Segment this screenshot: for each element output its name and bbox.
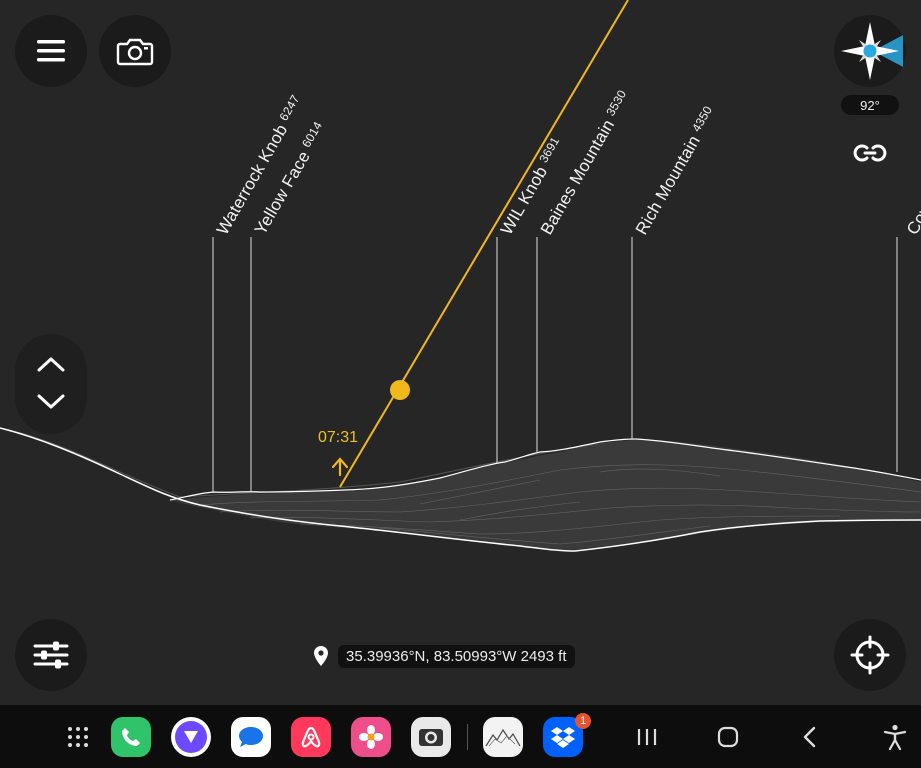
vpn-triangle-icon xyxy=(184,731,198,743)
camera-icon xyxy=(116,38,154,66)
chevron-down-icon xyxy=(37,394,65,409)
sunrise-time-label: 07:31 xyxy=(318,429,359,446)
compass-icon xyxy=(841,22,903,80)
menu-button[interactable] xyxy=(15,15,87,87)
location-pin-icon xyxy=(314,646,328,666)
airbnb-app-icon[interactable] xyxy=(291,717,331,757)
phone-app-icon[interactable] xyxy=(111,717,151,757)
coordinates-text: 35.39936°N, 83.50993°W 2493 ft xyxy=(338,644,575,668)
airbnb-icon xyxy=(301,726,321,748)
chevron-up-icon xyxy=(37,357,65,372)
recents-button[interactable] xyxy=(632,722,662,752)
photos-app-icon[interactable] xyxy=(351,717,391,757)
camera-button[interactable] xyxy=(99,15,171,87)
location-readout: 35.39936°N, 83.50993°W 2493 ft xyxy=(312,642,575,670)
heading-readout: 92° xyxy=(841,95,899,115)
phone-icon xyxy=(122,728,140,746)
flower-icon xyxy=(359,725,383,749)
peakvisor-app-icon[interactable] xyxy=(483,717,523,757)
mountains-icon xyxy=(485,728,521,747)
dropbox-icon xyxy=(551,727,575,748)
sun-path-line xyxy=(339,0,629,488)
taskbar-divider xyxy=(467,724,468,750)
terrain-scene[interactable] xyxy=(0,0,921,705)
link-icon xyxy=(853,144,887,162)
tilt-control xyxy=(15,334,87,434)
tilt-up-button[interactable] xyxy=(33,352,69,376)
app-viewport: Waterrock Knob6247 Yellow Face6014 WIL K… xyxy=(0,0,921,705)
grid-icon xyxy=(68,727,88,747)
settings-button[interactable] xyxy=(15,619,87,691)
home-icon xyxy=(717,726,739,748)
messages-app-icon[interactable] xyxy=(231,717,271,757)
sliders-icon xyxy=(33,641,69,669)
chat-bubble-icon xyxy=(239,727,263,747)
accessibility-icon xyxy=(883,724,907,750)
proton-vpn-app-icon[interactable] xyxy=(171,717,211,757)
link-button[interactable] xyxy=(852,140,888,166)
app-drawer-button[interactable] xyxy=(58,717,98,757)
locate-button[interactable] xyxy=(834,619,906,691)
sunrise-arrow-icon xyxy=(331,457,349,477)
compass-button[interactable] xyxy=(834,15,906,87)
hamburger-menu-icon xyxy=(37,40,65,62)
notification-badge: 1 xyxy=(575,713,591,729)
crosshair-icon xyxy=(850,635,890,675)
back-icon xyxy=(803,726,816,748)
tilt-down-button[interactable] xyxy=(33,390,69,414)
sun-marker[interactable] xyxy=(390,380,410,400)
back-button[interactable] xyxy=(795,722,825,752)
terrain-mass xyxy=(170,440,921,550)
camera-lens-icon xyxy=(419,729,443,746)
accessibility-button[interactable] xyxy=(880,722,910,752)
camera-app-icon[interactable] xyxy=(411,717,451,757)
home-button[interactable] xyxy=(713,722,743,752)
recents-icon xyxy=(637,729,657,745)
